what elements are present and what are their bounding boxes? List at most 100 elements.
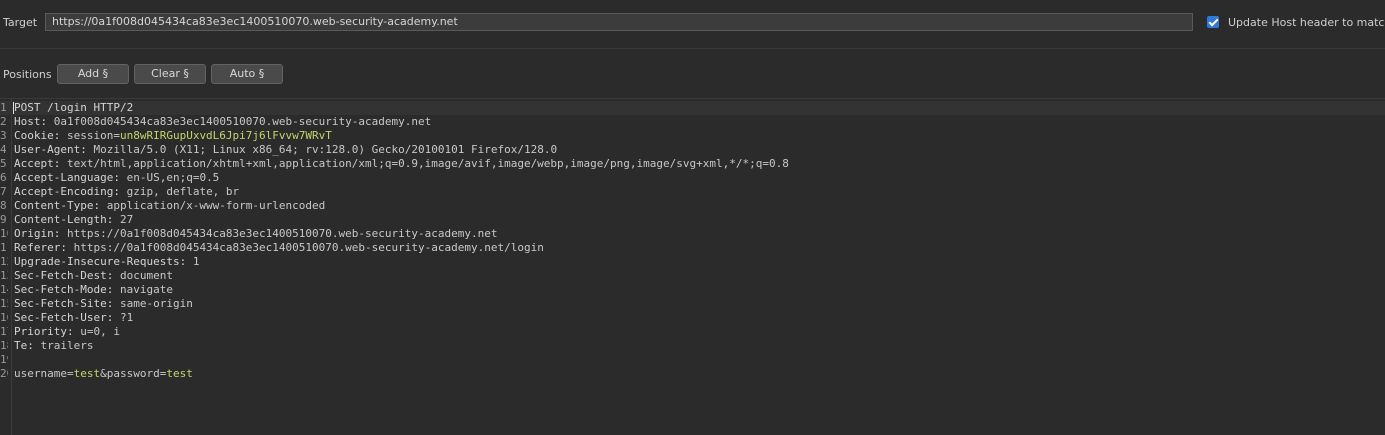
header-value: application/x-www-form-urlencoded [106,199,326,212]
line-number: 12 [0,255,8,268]
header-name: Host: [14,115,54,128]
header-value: session= [66,129,120,142]
body-param-name: &password= [100,367,167,380]
header-name: Sec-Fetch-Mode: [14,283,120,296]
request-line[interactable]: 17 Priority: u=0, i [0,325,1385,339]
update-host-label: Update Host header to match target [1228,16,1385,29]
header-value: https://0a1f008d045434ca83e3ec1400510070… [66,227,498,240]
target-label: Target [3,16,38,29]
request-editor[interactable]: 1 POST /login HTTP/2 2 Host: 0a1f008d045434… [0,99,1385,435]
line-number: 18 [0,339,8,352]
line-content: Te: trailers [14,339,93,353]
line-number: 20 [0,367,8,380]
line-content: Host: 0a1f008d045434ca83e3ec1400510070.w… [14,115,431,129]
line-content: Sec-Fetch-Site: same-origin [14,297,193,311]
header-name: User-Agent: [14,143,94,156]
request-line[interactable]: 19 [0,353,1385,367]
header-name: Referer: [14,241,74,254]
header-name: Origin: [14,227,67,240]
request-line[interactable]: 13 Sec-Fetch-Dest: document [0,269,1385,283]
line-number: 19 [0,353,8,366]
header-value: Mozilla/5.0 (X11; Linux x86_64; rv:128.0… [93,143,558,156]
request-line[interactable]: 11 Referer: https://0a1f008d045434ca83e3e… [0,241,1385,255]
header-value: ?1 [119,311,134,324]
request-line[interactable]: 5 Accept: text/html,application/xhtml+xml… [0,157,1385,171]
line-number: 6 [0,171,7,184]
clear-payload-markers-button[interactable]: Clear § [134,64,206,84]
line-content: Priority: u=0, i [14,325,120,339]
line-content: Accept-Language: en-US,en;q=0.5 [14,171,219,185]
line-content: Referer: https://0a1f008d045434ca83e3ec1… [14,241,544,255]
line-number: 5 [0,157,7,170]
request-line[interactable]: 18 Te: trailers [0,339,1385,353]
line-content: Content-Length: 27 [14,213,133,227]
header-name: Accept-Language: [14,171,127,184]
line-number: 7 [0,185,7,198]
line-number: 10 [0,227,8,240]
body-param-value: test [73,367,101,380]
header-value: https://0a1f008d045434ca83e3ec1400510070… [73,241,544,254]
text-caret [13,102,14,114]
positions-label: Positions [3,68,52,81]
request-line[interactable]: 3 Cookie: session=un8wRIRGupUxvdL6Jpi7j6l… [0,129,1385,143]
request-line[interactable]: 2 Host: 0a1f008d045434ca83e3ec1400510070.… [0,115,1385,129]
line-number: 8 [0,199,7,212]
header-name: Content-Type: [14,199,107,212]
body-param-value: test [166,367,193,380]
header-value: gzip, deflate, br [126,185,240,198]
add-payload-marker-button[interactable]: Add § [57,64,129,84]
header-value: en-US,en;q=0.5 [126,171,220,184]
request-line[interactable]: 6 Accept-Language: en-US,en;q=0.5 [0,171,1385,185]
auto-payload-markers-button[interactable]: Auto § [211,64,283,84]
line-number: 3 [0,129,7,142]
line-content: Cookie: session=un8wRIRGupUxvdL6Jpi7j6lF… [14,129,332,143]
header-name: Content-Length: [14,213,120,226]
line-number: 15 [0,297,8,310]
line-content: Accept-Encoding: gzip, deflate, br [14,185,239,199]
positions-bar: Positions Add § Clear § Auto § [0,49,1385,99]
request-line[interactable]: 14 Sec-Fetch-Mode: navigate [0,283,1385,297]
request-line[interactable]: 1 POST /login HTTP/2 [0,101,1385,115]
header-value: 27 [119,213,134,226]
update-host-checkbox[interactable] [1207,16,1219,28]
header-name: Te: [14,339,41,352]
header-value: 0a1f008d045434ca83e3ec1400510070.web-sec… [53,115,432,128]
header-name: Sec-Fetch-Site: [14,297,120,310]
line-content: username=test&password=test [14,367,193,381]
header-value: 1 [192,255,200,268]
request-line[interactable]: 8 Content-Type: application/x-www-form-ur… [0,199,1385,213]
request-line[interactable]: 10 Origin: https://0a1f008d045434ca83e3ec… [0,227,1385,241]
header-value: u=0, i [80,325,120,338]
header-name: Accept: [14,157,67,170]
request-line[interactable]: 7 Accept-Encoding: gzip, deflate, br [0,185,1385,199]
line-number: 1 [0,101,7,114]
line-content: Sec-Fetch-Mode: navigate [14,283,173,297]
request-line[interactable]: 20username=test&password=test [0,367,1385,381]
line-content: Sec-Fetch-Dest: document [14,269,173,283]
line-content: POST /login HTTP/2 [14,101,134,114]
header-name: Cookie: [14,129,67,142]
body-param-name: username= [14,367,74,380]
target-url-input[interactable]: https://0a1f008d045434ca83e3ec1400510070… [45,13,1193,31]
header-name: Sec-Fetch-Dest: [14,269,120,282]
line-number: 9 [0,213,7,226]
line-content: Content-Type: application/x-www-form-url… [14,199,325,213]
line-number: 11 [0,241,8,254]
line-content: Upgrade-Insecure-Requests: 1 [14,255,199,269]
request-line[interactable]: 15 Sec-Fetch-Site: same-origin [0,297,1385,311]
request-line[interactable]: 16 Sec-Fetch-User: ?1 [0,311,1385,325]
header-value: navigate [119,283,173,296]
line-content: Sec-Fetch-User: ?1 [14,311,133,325]
request-line[interactable]: 9 Content-Length: 27 [0,213,1385,227]
request-line[interactable]: 4 User-Agent: Mozilla/5.0 (X11; Linux x86… [0,143,1385,157]
session-cookie-value: un8wRIRGupUxvdL6Jpi7j6lFvvw7WRvT [119,129,332,142]
header-value: same-origin [119,297,193,310]
line-content: Origin: https://0a1f008d045434ca83e3ec14… [14,227,497,241]
header-name: Sec-Fetch-User: [14,311,120,324]
request-line[interactable]: 12 Upgrade-Insecure-Requests: 1 [0,255,1385,269]
header-value: trailers [40,339,94,352]
target-bar: Target https://0a1f008d045434ca83e3ec140… [0,0,1385,49]
line-content: Accept: text/html,application/xhtml+xml,… [14,157,789,171]
line-number: 14 [0,283,8,296]
line-number: 13 [0,269,8,282]
